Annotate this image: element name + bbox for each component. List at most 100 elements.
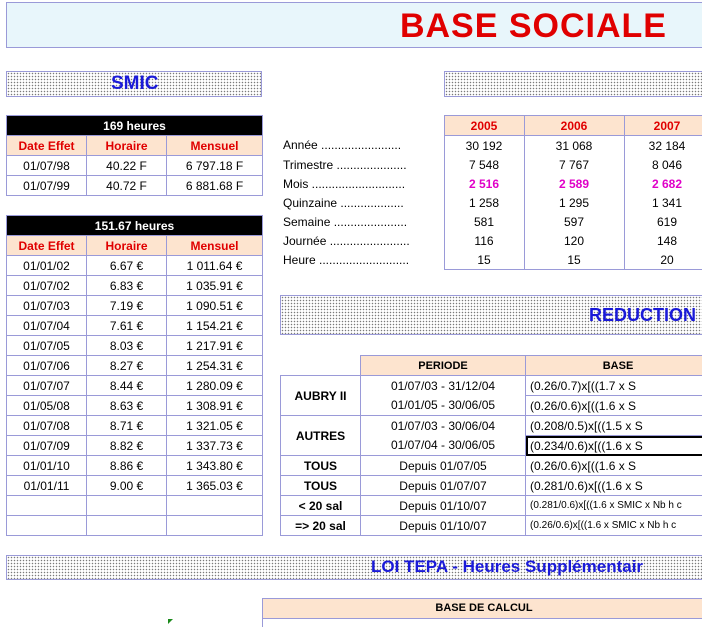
plafond-value: 32 184 <box>624 136 702 156</box>
table151-header: Date Effet <box>7 236 87 256</box>
table-row: 01/07/058.03 €1 217.91 € <box>7 336 263 356</box>
table-cell: 1 321.05 € <box>167 416 263 436</box>
table169-title: 169 heures <box>7 116 263 136</box>
table-cell: 1 254.31 € <box>167 356 263 376</box>
reduction-periode: Depuis 01/07/07 <box>361 476 526 496</box>
table-cell: 1 280.09 € <box>167 376 263 396</box>
base-calcul-header: BASE DE CALCUL <box>262 598 702 619</box>
table169-header: Horaire <box>87 136 167 156</box>
plafond-label: Année ........................ <box>280 136 444 156</box>
table-row: Quinzaine ...................1 2581 2951… <box>280 193 702 212</box>
table-cell: 01/07/05 <box>7 336 87 356</box>
title-band: BASE SOCIALE <box>6 2 702 48</box>
table-row: 01/07/088.71 €1 321.05 € <box>7 416 263 436</box>
table-cell <box>167 496 263 516</box>
reduction-header-periode: PERIODE <box>361 356 526 376</box>
plafond-value: 1 258 <box>444 193 524 212</box>
table-cell: 1 337.73 € <box>167 436 263 456</box>
reduction-base: (0.208/0.5)x[((1.5 x S <box>526 416 702 436</box>
reduction-base: (0.281/0.6)x[((1.6 x SMIC x Nb h c <box>526 496 702 516</box>
plafond-label: Semaine ...................... <box>280 212 444 231</box>
table-cell: 1 090.51 € <box>167 296 263 316</box>
plafond-value: 581 <box>444 212 524 231</box>
reduction-group: < 20 sal <box>281 496 361 516</box>
table-cell: 1 035.91 € <box>167 276 263 296</box>
table-row: Semaine ......................581597619 <box>280 212 702 231</box>
table-row: TOUSDepuis 01/07/07(0.281/0.6)x[((1.6 x … <box>281 476 702 496</box>
reduction-periode: 01/07/03 - 31/12/04 <box>361 376 526 396</box>
table-row: 01/01/108.86 €1 343.80 € <box>7 456 263 476</box>
reduction-title: REDUCTION <box>589 305 696 326</box>
reduction-table: PERIODE BASE AUBRY II01/07/03 - 31/12/04… <box>280 355 702 536</box>
plafond-value: 20 <box>624 250 702 270</box>
table169-header: Mensuel <box>167 136 263 156</box>
table-row: TOUSDepuis 01/07/05(0.26/0.6)x[((1.6 x S <box>281 456 702 476</box>
table-row: 01/07/9940.72 F6 881.68 F <box>7 176 263 196</box>
reduction-base: (0.281/0.6)x[((1.6 x S <box>526 476 702 496</box>
table-cell: 8.44 € <box>87 376 167 396</box>
table-row: Heure ...........................151520 <box>280 250 702 270</box>
table-cell <box>167 516 263 536</box>
reduction-periode: Depuis 01/10/07 <box>361 496 526 516</box>
plafond-value: 120 <box>524 231 624 250</box>
table-cell: 01/05/08 <box>7 396 87 416</box>
plafond-value: 2 589 <box>524 174 624 193</box>
table169-header: Date Effet <box>7 136 87 156</box>
plafond-value: 15 <box>524 250 624 270</box>
table-cell: 1 154.21 € <box>167 316 263 336</box>
table-cell: 8.71 € <box>87 416 167 436</box>
plafond-value: 2 682 <box>624 174 702 193</box>
table-row: AUBRY II01/07/03 - 31/12/04(0.26/0.7)x[(… <box>281 376 702 396</box>
table-cell: 7.19 € <box>87 296 167 316</box>
table-row <box>7 496 263 516</box>
table-cell: 01/07/98 <box>7 156 87 176</box>
table-cell <box>87 516 167 536</box>
table-cell: 01/07/04 <box>7 316 87 336</box>
plafond-table: 2005 2006 2007 Année ...................… <box>280 115 702 270</box>
table-cell <box>87 496 167 516</box>
table-cell: 8.03 € <box>87 336 167 356</box>
reduction-group: AUTRES <box>281 416 361 456</box>
table-cell: 01/07/02 <box>7 276 87 296</box>
smic-169-table: 169 heures Date Effet Horaire Mensuel 01… <box>6 115 263 196</box>
year-header: 2005 <box>444 116 524 136</box>
table-row: < 20 salDepuis 01/10/07(0.281/0.6)x[((1.… <box>281 496 702 516</box>
table-row: => 20 salDepuis 01/10/07(0.26/0.6)x[((1.… <box>281 516 702 536</box>
table-cell: 01/07/07 <box>7 376 87 396</box>
table-cell: 1 343.80 € <box>167 456 263 476</box>
plafond-value: 15 <box>444 250 524 270</box>
table-cell: 6 881.68 F <box>167 176 263 196</box>
table-row: Mois ............................2 5162 … <box>280 174 702 193</box>
plafond-value: 31 068 <box>524 136 624 156</box>
table-cell: 01/07/99 <box>7 176 87 196</box>
table-cell <box>7 516 87 536</box>
plafond-value: 148 <box>624 231 702 250</box>
table-row: 01/07/047.61 €1 154.21 € <box>7 316 263 336</box>
table-cell <box>7 496 87 516</box>
reduction-header-base: BASE <box>526 356 702 376</box>
base-calcul-label: BASE DE CALCUL <box>435 602 532 614</box>
smic-title: SMIC <box>111 73 159 95</box>
table-row: Journée ........................11612014… <box>280 231 702 250</box>
reduction-band: REDUCTION <box>280 295 702 335</box>
table-cell: 40.22 F <box>87 156 167 176</box>
table-cell: 6 797.18 F <box>167 156 263 176</box>
reduction-group: => 20 sal <box>281 516 361 536</box>
table-cell: 01/01/11 <box>7 476 87 496</box>
plafond-label: Heure ........................... <box>280 250 444 270</box>
reduction-base: (0.26/0.7)x[((1.7 x S <box>526 376 702 396</box>
table-row: 01/07/037.19 €1 090.51 € <box>7 296 263 316</box>
table-cell: 1 308.91 € <box>167 396 263 416</box>
table-row: AUTRES01/07/03 - 30/06/04(0.208/0.5)x[((… <box>281 416 702 436</box>
plafond-value: 619 <box>624 212 702 231</box>
table-row: 01/07/078.44 €1 280.09 € <box>7 376 263 396</box>
table-row: 01/07/9840.22 F6 797.18 F <box>7 156 263 176</box>
table-row: 01/07/068.27 €1 254.31 € <box>7 356 263 376</box>
smic-151-table: 151.67 heures Date Effet Horaire Mensuel… <box>6 215 263 536</box>
table-row: 01/05/088.63 €1 308.91 € <box>7 396 263 416</box>
table-cell: 01/07/06 <box>7 356 87 376</box>
reduction-periode: 01/01/05 - 30/06/05 <box>361 396 526 416</box>
table-cell: 8.63 € <box>87 396 167 416</box>
year-header: 2007 <box>624 116 702 136</box>
table-cell: 8.86 € <box>87 456 167 476</box>
